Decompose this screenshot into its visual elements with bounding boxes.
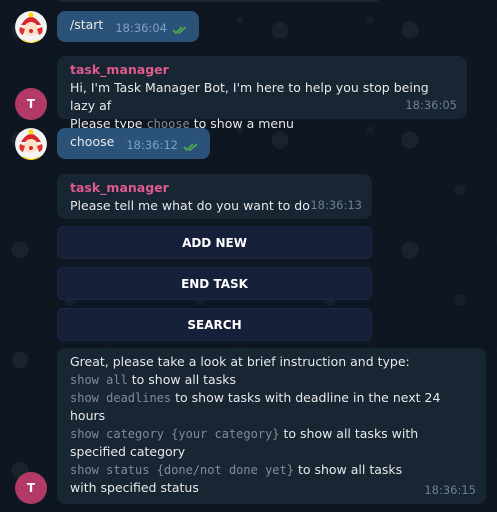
user-avatar[interactable] [15, 128, 47, 160]
instruction-item: show deadlines to show tasks with deadli… [70, 389, 474, 425]
message-bubble-incoming[interactable]: Great, please take a look at brief instr… [57, 348, 486, 504]
message-intro: Great, please take a look at brief instr… [70, 354, 410, 369]
inline-code[interactable]: show category {your category} [70, 427, 280, 441]
instruction-item: show category {your category} to show al… [70, 425, 474, 461]
sender-name[interactable]: task_manager [70, 179, 360, 197]
inline-code[interactable]: show status {done/not done yet} [70, 463, 294, 477]
message-time: 18:36:12 [126, 138, 178, 152]
message-time: 18:36:13 [310, 198, 362, 212]
user-avatar[interactable] [15, 11, 47, 43]
message-line: Hi, I'm Task Manager Bot, I'm here to he… [70, 80, 429, 113]
message-time: 18:36:05 [405, 98, 457, 112]
message-text: choose [70, 134, 115, 149]
sender-name[interactable]: task_manager [70, 61, 455, 79]
message-bubble-incoming[interactable]: task_manager Please tell me what do you … [57, 174, 372, 219]
previous-message-edge [56, 0, 380, 2]
inline-code[interactable]: show all [70, 373, 128, 387]
keyboard-button-end-task[interactable]: END TASK [57, 267, 372, 300]
double-check-icon [172, 26, 187, 35]
keyboard-button-search[interactable]: SEARCH [57, 308, 372, 341]
inline-code[interactable]: show deadlines [70, 391, 171, 405]
message-time: 18:36:15 [424, 483, 476, 497]
message-bubble-outgoing[interactable]: /start 18:36:04 [57, 11, 199, 42]
message-bubble-incoming[interactable]: task_manager Hi, I'm Task Manager Bot, I… [57, 56, 467, 131]
instruction-text: to show all tasks [127, 372, 236, 387]
message-time: 18:36:04 [115, 21, 167, 35]
double-check-icon [183, 143, 198, 152]
message-text: /start [70, 17, 104, 32]
message-bubble-outgoing[interactable]: choose 18:36:12 [57, 128, 210, 159]
bot-avatar[interactable]: T [15, 88, 47, 120]
clown-avatar-icon [15, 11, 47, 43]
instruction-item: show status {done/not done yet} to show … [70, 461, 474, 497]
instruction-item: show all to show all tasks [70, 371, 474, 389]
keyboard-button-add-new[interactable]: ADD NEW [57, 226, 372, 259]
bot-avatar[interactable]: T [15, 472, 47, 504]
clown-avatar-icon [15, 128, 47, 160]
